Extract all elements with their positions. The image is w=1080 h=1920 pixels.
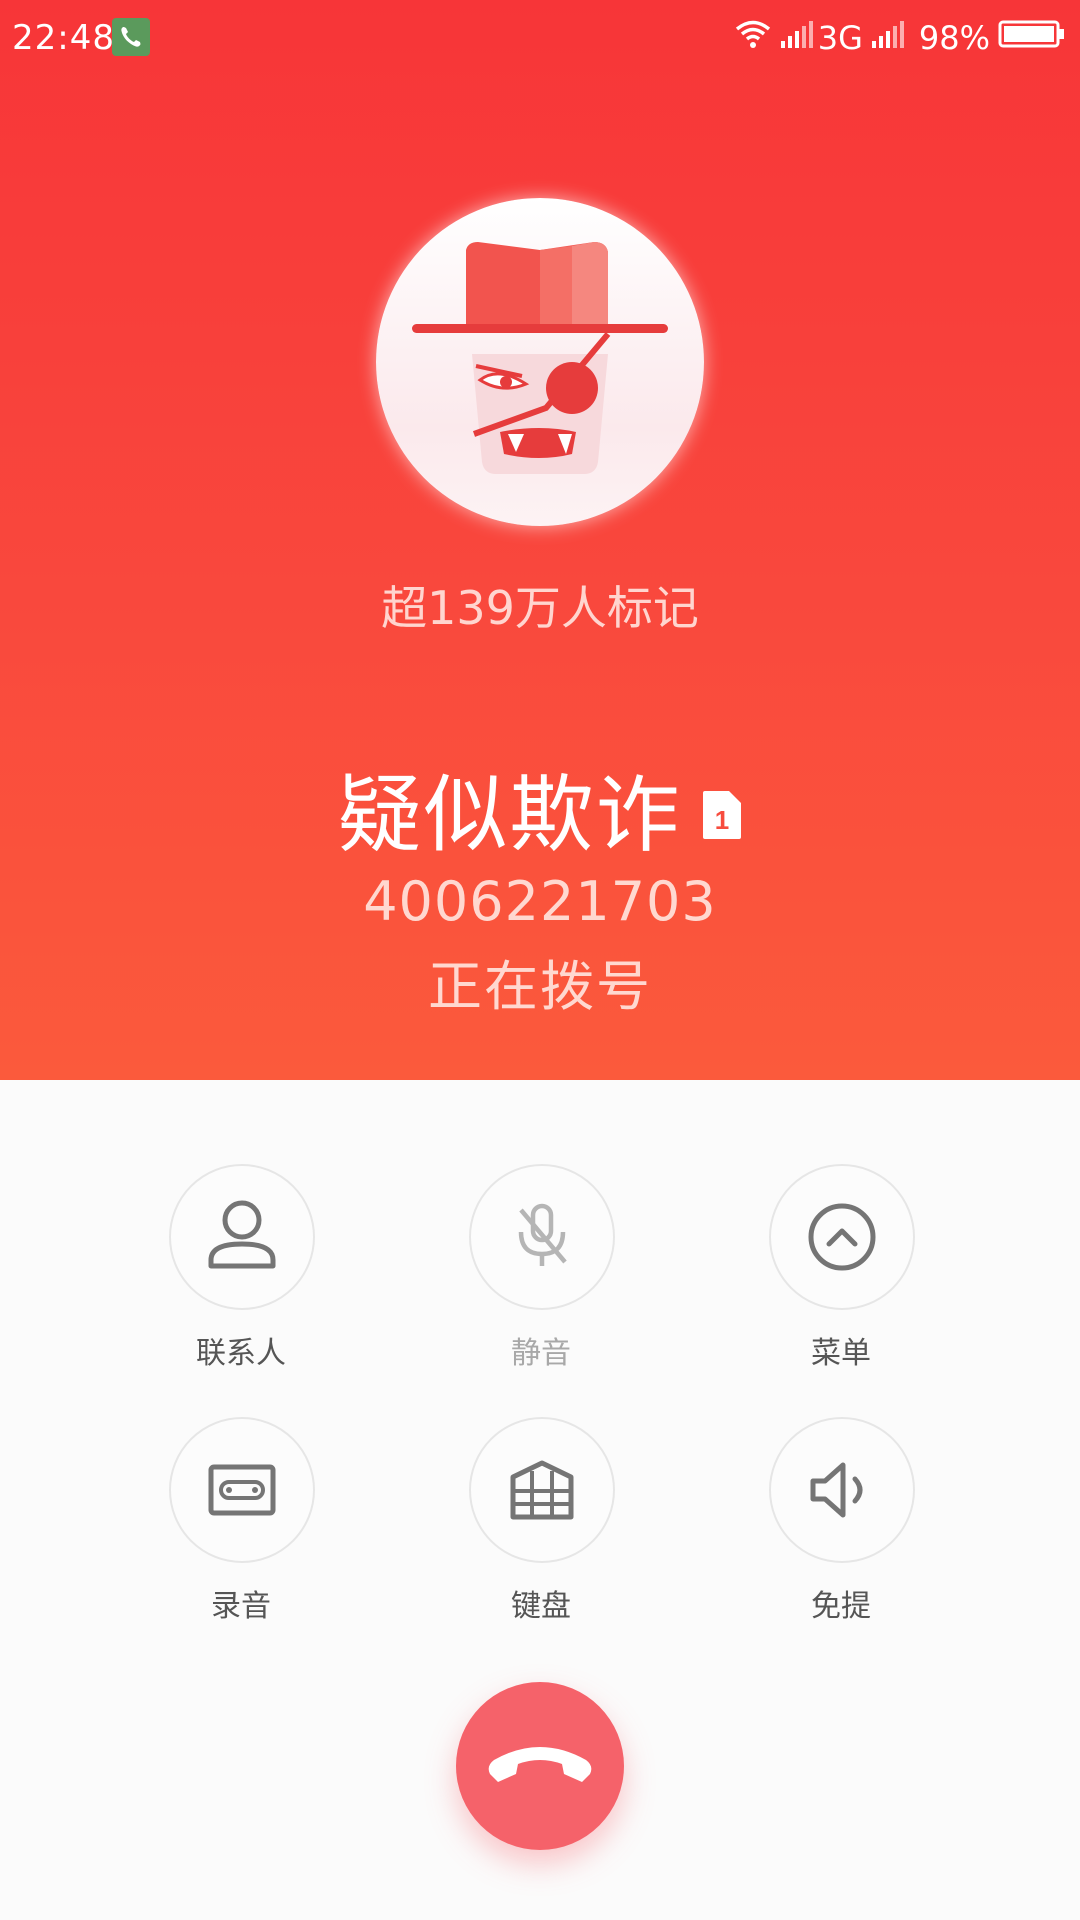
in-call-screen: 22:48 3G 98% 超139万人标记 疑似欺诈 1 4006221703 … bbox=[0, 0, 1080, 1920]
menu-label: 菜单 bbox=[811, 1336, 871, 1371]
record-label: 录音 bbox=[211, 1589, 271, 1624]
contacts-button[interactable]: 联系人 bbox=[141, 1164, 341, 1371]
wifi-icon bbox=[734, 18, 772, 58]
fraud-bandit-icon bbox=[412, 242, 668, 474]
keypad-icon bbox=[510, 1460, 574, 1520]
tag-count: 超139万人标记 bbox=[381, 581, 699, 635]
speaker-button[interactable]: 免提 bbox=[741, 1417, 941, 1624]
sim-card-icon: 1 bbox=[701, 789, 743, 841]
mute-button[interactable]: 静音 bbox=[441, 1164, 641, 1371]
end-call-button[interactable] bbox=[456, 1682, 624, 1850]
status-time: 22:48 bbox=[12, 18, 115, 58]
caller-name: 疑似欺诈 bbox=[337, 766, 682, 864]
signal-icon bbox=[871, 18, 905, 58]
sim-slot-number: 1 bbox=[714, 805, 728, 835]
caller-name-row: 疑似欺诈 1 bbox=[0, 748, 1080, 869]
battery-percent: 98% bbox=[918, 19, 990, 57]
status-bar: 22:48 3G 98% bbox=[0, 0, 1080, 76]
keypad-button[interactable]: 键盘 bbox=[441, 1417, 641, 1624]
mute-label: 静音 bbox=[511, 1336, 571, 1371]
contacts-icon bbox=[208, 1200, 276, 1269]
record-icon bbox=[208, 1464, 276, 1516]
network-type: 3G bbox=[817, 19, 863, 57]
speaker-icon bbox=[810, 1462, 863, 1518]
caller-header: 22:48 3G 98% 超139万人标记 疑似欺诈 1 4006221703 … bbox=[0, 0, 1080, 1080]
mute-mic-icon bbox=[518, 1203, 567, 1266]
battery-icon bbox=[998, 18, 1066, 58]
contacts-label: 联系人 bbox=[196, 1336, 286, 1371]
phone-call-icon bbox=[112, 18, 150, 56]
menu-up-icon bbox=[808, 1203, 876, 1271]
end-call-icon bbox=[488, 1747, 592, 1782]
call-status: 正在拨号 bbox=[428, 955, 652, 1018]
caller-avatar bbox=[376, 198, 704, 526]
signal-icon bbox=[780, 18, 814, 58]
record-button[interactable]: 录音 bbox=[141, 1417, 341, 1624]
speaker-label: 免提 bbox=[811, 1589, 871, 1624]
phone-number: 4006221703 bbox=[363, 870, 717, 933]
status-indicators: 3G 98% bbox=[726, 18, 1066, 58]
keypad-label: 键盘 bbox=[511, 1589, 571, 1624]
menu-button[interactable]: 菜单 bbox=[741, 1164, 941, 1371]
